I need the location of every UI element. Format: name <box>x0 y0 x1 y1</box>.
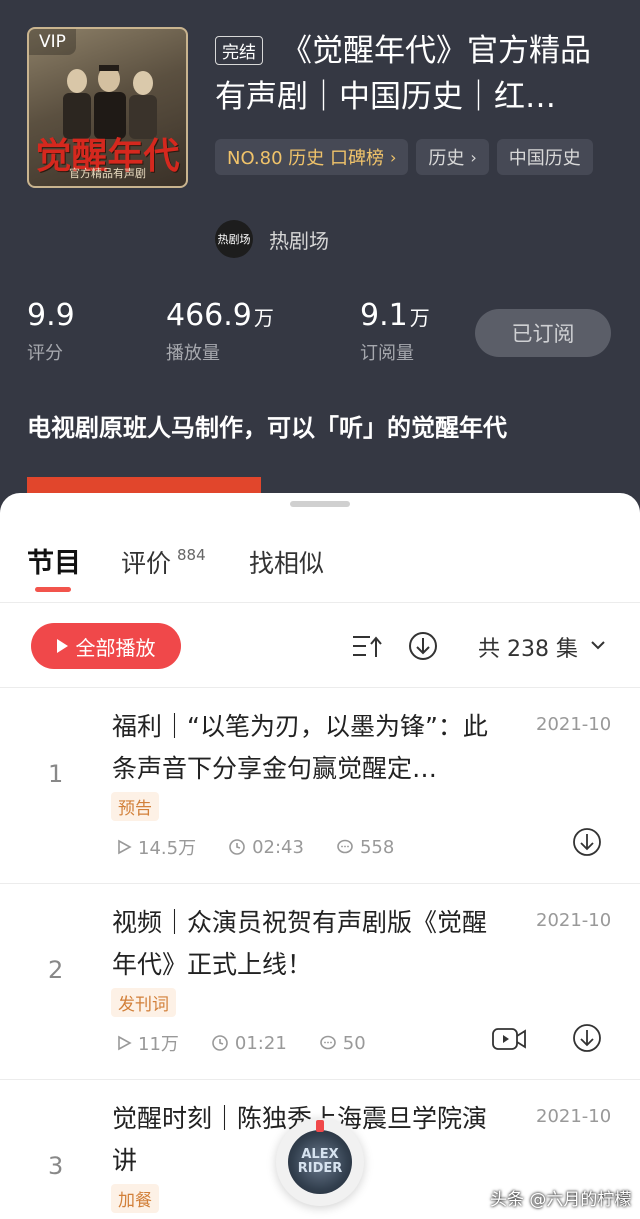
play-all-button[interactable]: 全部播放 <box>31 623 181 669</box>
watermark: 头条 @六月的柠檬 <box>490 1190 632 1210</box>
duration-value: 02:43 <box>252 836 304 858</box>
duration: 01:21 <box>211 1033 287 1054</box>
sort-icon[interactable] <box>350 629 384 663</box>
rank-chip[interactable]: NO.80 历史 口碑榜 › <box>215 139 409 175</box>
episode-tag: 预告 <box>111 792 159 821</box>
tab-label: 评价 <box>121 549 172 578</box>
play-count-value: 11万 <box>138 1034 179 1055</box>
chevron-down-icon[interactable] <box>588 635 608 655</box>
play-count: 11万 <box>116 1030 179 1056</box>
sheet-drag-handle[interactable] <box>290 501 350 507</box>
mini-player-cover: ALEX RIDER <box>288 1130 352 1194</box>
author-row[interactable]: 热剧场 热剧场 <box>215 220 329 258</box>
playing-indicator <box>316 1120 324 1132</box>
vip-badge: VIP <box>29 29 76 55</box>
play-all-label: 全部播放 <box>75 635 156 660</box>
tab-similar[interactable]: 找相似 <box>249 544 324 580</box>
comment-count: 558 <box>336 837 394 858</box>
stat-value: 466.9 <box>166 298 252 333</box>
episode-date: 2021-10 <box>536 714 612 735</box>
tab-episodes[interactable]: 节目 <box>27 541 81 580</box>
download-all-icon[interactable] <box>406 629 440 663</box>
play-count-value: 14.5万 <box>138 838 197 859</box>
subscribed-button[interactable]: 已订阅 <box>475 309 611 357</box>
author-avatar: 热剧场 <box>215 220 253 258</box>
episode-title: 福利｜“以笔为刃，以墨为锋”：此条声音下分享金句赢觉醒定… <box>112 712 488 783</box>
episode-index: 2 <box>48 956 64 984</box>
mini-player[interactable]: ALEX RIDER <box>276 1118 364 1206</box>
duration-value: 01:21 <box>234 1032 287 1054</box>
rank-chip-label: NO.80 历史 口碑榜 <box>227 148 384 169</box>
episode-item[interactable]: 1 福利｜“以笔为刃，以墨为锋”：此条声音下分享金句赢觉醒定… 2021-10 … <box>0 688 640 884</box>
album-header: VIP 觉醒年代 官方精品有声剧 《觉醒年代》官方精品有声剧｜中国历史｜红… 完… <box>0 0 640 520</box>
category-chip-label: 历史 <box>428 148 465 169</box>
download-icon[interactable] <box>571 1022 603 1054</box>
album-title: 《觉醒年代》官方精品有声剧｜中国历史｜红… <box>215 33 591 115</box>
comment-count-value: 558 <box>359 836 395 858</box>
tab-reviews[interactable]: 评价 884 <box>121 544 206 580</box>
category-chip-label: 中国历史 <box>508 148 581 169</box>
comment-icon <box>319 1035 336 1050</box>
episode-tag: 加餐 <box>111 1184 159 1213</box>
active-tab-indicator <box>35 587 71 592</box>
stat-label: 评分 <box>27 343 63 364</box>
play-outline-icon <box>118 1035 132 1051</box>
stat-unit: 万 <box>253 306 274 330</box>
tab-label: 节目 <box>27 548 81 579</box>
category-chips: NO.80 历史 口碑榜 › 历史 › 中国历史 <box>215 139 593 175</box>
category-chip-history[interactable]: 历史 › <box>416 139 489 175</box>
review-count-badge: 884 <box>177 546 206 564</box>
cover-subtitle: 官方精品有声剧 <box>69 167 146 180</box>
stat-plays: 466.9 万 播放量 <box>166 298 274 365</box>
stat-label: 播放量 <box>166 343 220 364</box>
episode-title: 视频｜众演员祝贺有声剧版《觉醒年代》正式上线！ <box>112 908 488 979</box>
status-badge: 完结 <box>215 36 263 65</box>
episode-item[interactable]: 2 视频｜众演员祝贺有声剧版《觉醒年代》正式上线！ 2021-10 发刊词 11… <box>0 884 640 1080</box>
comment-count-value: 50 <box>342 1032 366 1054</box>
stat-rating: 9.9 评分 <box>27 298 77 365</box>
episode-count[interactable]: 共 238 集 <box>478 631 578 663</box>
tab-bar: 节目 评价 884 找相似 <box>0 541 640 601</box>
episode-date: 2021-10 <box>536 910 612 931</box>
author-name: 热剧场 <box>269 228 329 253</box>
stat-unit: 万 <box>409 306 430 330</box>
episode-toolbar: 全部播放 共 238 集 <box>0 623 640 669</box>
download-icon[interactable] <box>571 826 603 858</box>
play-icon <box>56 639 68 653</box>
play-outline-icon <box>118 839 132 855</box>
category-chip-chinese-history[interactable]: 中国历史 <box>496 139 593 175</box>
chevron-right-icon: › <box>389 147 397 167</box>
comment-icon <box>337 839 353 854</box>
episode-meta: 14.5万 02:43 558 <box>116 834 426 860</box>
comment-count: 50 <box>319 1033 366 1054</box>
clock-icon <box>229 839 245 855</box>
play-count: 14.5万 <box>116 834 196 860</box>
chevron-right-icon: › <box>470 147 477 167</box>
episode-sheet: 节目 评价 884 找相似 全部播放 共 238 集 1 福利｜“以笔为刃，以墨… <box>0 493 640 1219</box>
video-icon[interactable] <box>491 1025 527 1053</box>
episode-tag: 发刊词 <box>111 988 176 1017</box>
clock-icon <box>212 1035 228 1051</box>
tab-label: 找相似 <box>249 549 325 578</box>
episode-meta: 11万 01:21 50 <box>116 1030 398 1056</box>
album-cover[interactable]: VIP 觉醒年代 官方精品有声剧 <box>27 27 188 188</box>
divider <box>0 602 640 603</box>
stat-value: 9.9 <box>27 298 75 333</box>
episode-index: 1 <box>48 760 64 788</box>
episode-index: 3 <box>48 1152 64 1180</box>
stat-value: 9.1 <box>360 298 408 333</box>
episode-date: 2021-10 <box>536 1106 612 1127</box>
stat-label: 订阅量 <box>360 343 414 364</box>
stat-subscriptions: 9.1 万 订阅量 <box>360 298 430 365</box>
duration: 02:43 <box>228 837 304 858</box>
album-slogan: 电视剧原班人马制作，可以「听」的觉醒年代 <box>27 414 507 442</box>
